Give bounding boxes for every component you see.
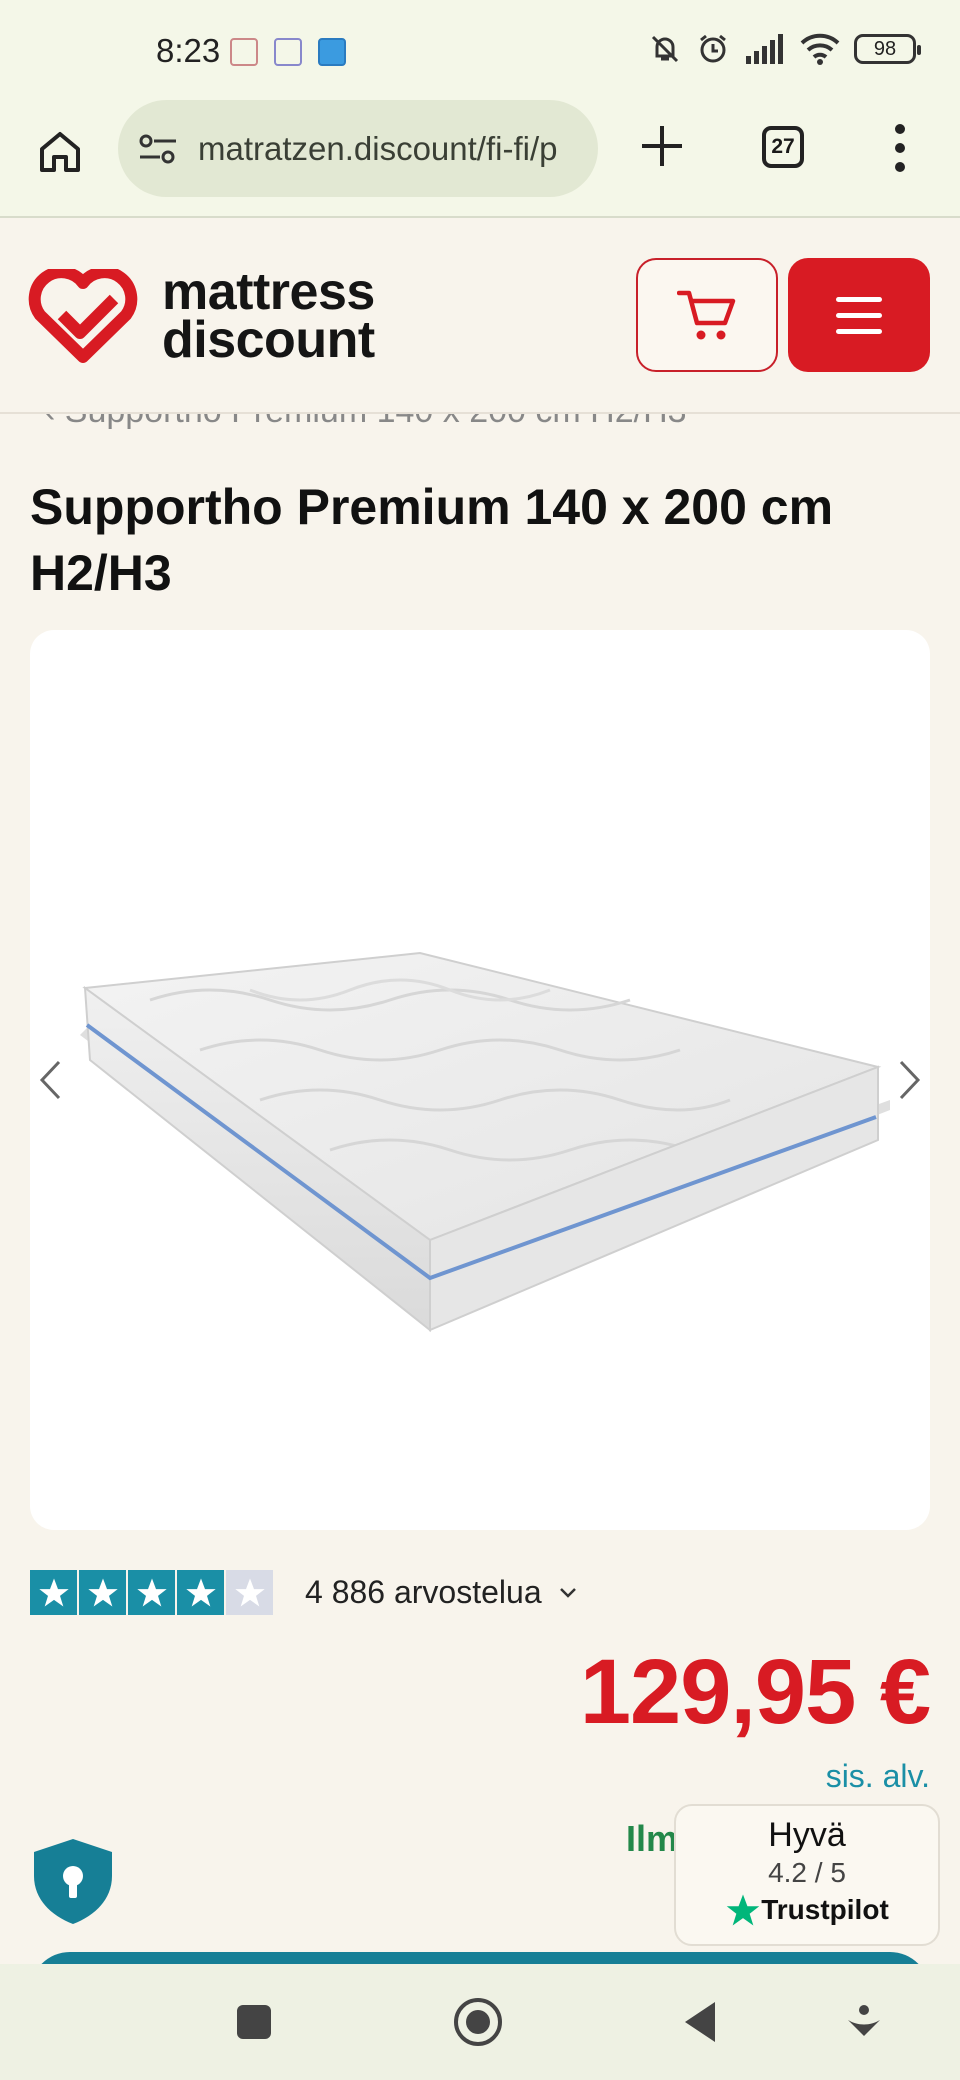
shipping-info: Ilm xyxy=(626,1818,679,1859)
hamburger-line xyxy=(836,296,882,302)
address-bar[interactable]: matratzen.discount/fi-fi/p xyxy=(118,100,598,197)
product-image-gallery[interactable] xyxy=(30,630,930,1530)
chevron-right-icon xyxy=(899,1060,921,1100)
logo-line-1: mattress xyxy=(162,263,375,321)
star-icon xyxy=(87,1578,118,1607)
alarm-icon xyxy=(700,34,726,63)
site-header: mattress discount xyxy=(0,218,960,414)
chevron-left-icon xyxy=(39,1060,61,1100)
back-triangle-icon xyxy=(685,2002,715,2042)
hamburger-line xyxy=(836,312,882,318)
url-text: matratzen.discount/fi-fi/p xyxy=(198,129,558,167)
chevron-down-icon xyxy=(559,1587,576,1598)
gallery-prev-button[interactable] xyxy=(30,1050,70,1110)
status-time: 8:23 xyxy=(156,32,221,69)
vat-note: sis. alv. xyxy=(825,1758,930,1794)
gallery-next-button[interactable] xyxy=(890,1050,930,1110)
product-price: 129,95 € xyxy=(579,1641,931,1743)
play-store-notification-icon xyxy=(274,38,302,66)
home-circle-icon xyxy=(454,1998,502,2046)
trustpilot-star-icon xyxy=(726,1894,760,1926)
menu-dot xyxy=(895,162,905,172)
signal-icon xyxy=(746,34,783,64)
mute-bell-icon xyxy=(651,35,679,63)
rating-star xyxy=(128,1570,175,1615)
rating-star xyxy=(30,1570,77,1615)
cart-button[interactable] xyxy=(636,258,778,372)
star-rating xyxy=(30,1570,273,1615)
recents-icon xyxy=(237,2005,271,2039)
star-icon xyxy=(136,1578,167,1607)
menu-dot xyxy=(895,143,905,153)
star-icon xyxy=(234,1578,265,1607)
tab-switcher-button[interactable]: 27 xyxy=(762,126,804,168)
product-title: Supportho Premium 140 x 200 cm H2/H3 xyxy=(30,479,834,601)
heart-logo-icon xyxy=(28,269,138,363)
battery-indicator: 98 xyxy=(854,34,921,64)
rating-star xyxy=(79,1570,126,1615)
site-settings-icon xyxy=(139,134,176,163)
trustpilot-label: Hyvä xyxy=(768,1816,846,1854)
home-nav-button[interactable] xyxy=(450,1994,506,2050)
photos-notification-icon xyxy=(230,38,258,66)
accessibility-button[interactable] xyxy=(836,1994,892,2050)
cart-icon xyxy=(677,290,736,340)
trustpilot-widget[interactable]: Hyvä 4.2 / 5 Trustpilot xyxy=(674,1804,940,1946)
browser-menu-button[interactable] xyxy=(880,118,920,178)
mattress-image xyxy=(80,951,890,1333)
review-count: 4 886 arvostelua xyxy=(305,1574,542,1610)
back-button[interactable] xyxy=(672,1994,728,2050)
new-tab-button[interactable] xyxy=(630,114,694,178)
trustpilot-brand: Trustpilot xyxy=(676,1893,938,1927)
trustpilot-brand-text: Trustpilot xyxy=(761,1894,889,1925)
menu-button[interactable] xyxy=(788,258,930,372)
status-bar: 8:23 98 xyxy=(0,0,960,100)
system-nav-bar xyxy=(0,1964,960,2080)
menu-dot xyxy=(895,124,905,134)
rating-summary[interactable]: 4 886 arvostelua xyxy=(30,1570,578,1615)
star-icon xyxy=(38,1578,69,1607)
rating-star xyxy=(177,1570,224,1615)
accessibility-icon xyxy=(848,2005,880,2036)
trustpilot-score: 4.2 / 5 xyxy=(768,1857,846,1888)
wifi-icon xyxy=(800,33,840,65)
hamburger-line xyxy=(836,328,882,334)
logo-line-2: discount xyxy=(162,311,375,369)
recents-button[interactable] xyxy=(226,1994,282,2050)
plus-icon xyxy=(642,126,682,166)
upload-notification-icon xyxy=(318,38,346,66)
logo-wordmark: mattress discount xyxy=(162,263,375,369)
site-logo[interactable]: mattress discount xyxy=(28,263,375,369)
security-shield-icon[interactable] xyxy=(30,1836,116,1926)
browser-toolbar: matratzen.discount/fi-fi/p 27 xyxy=(0,100,960,218)
home-icon xyxy=(40,132,80,172)
rating-star xyxy=(226,1570,273,1615)
star-icon xyxy=(185,1578,216,1607)
home-button[interactable] xyxy=(30,122,90,182)
